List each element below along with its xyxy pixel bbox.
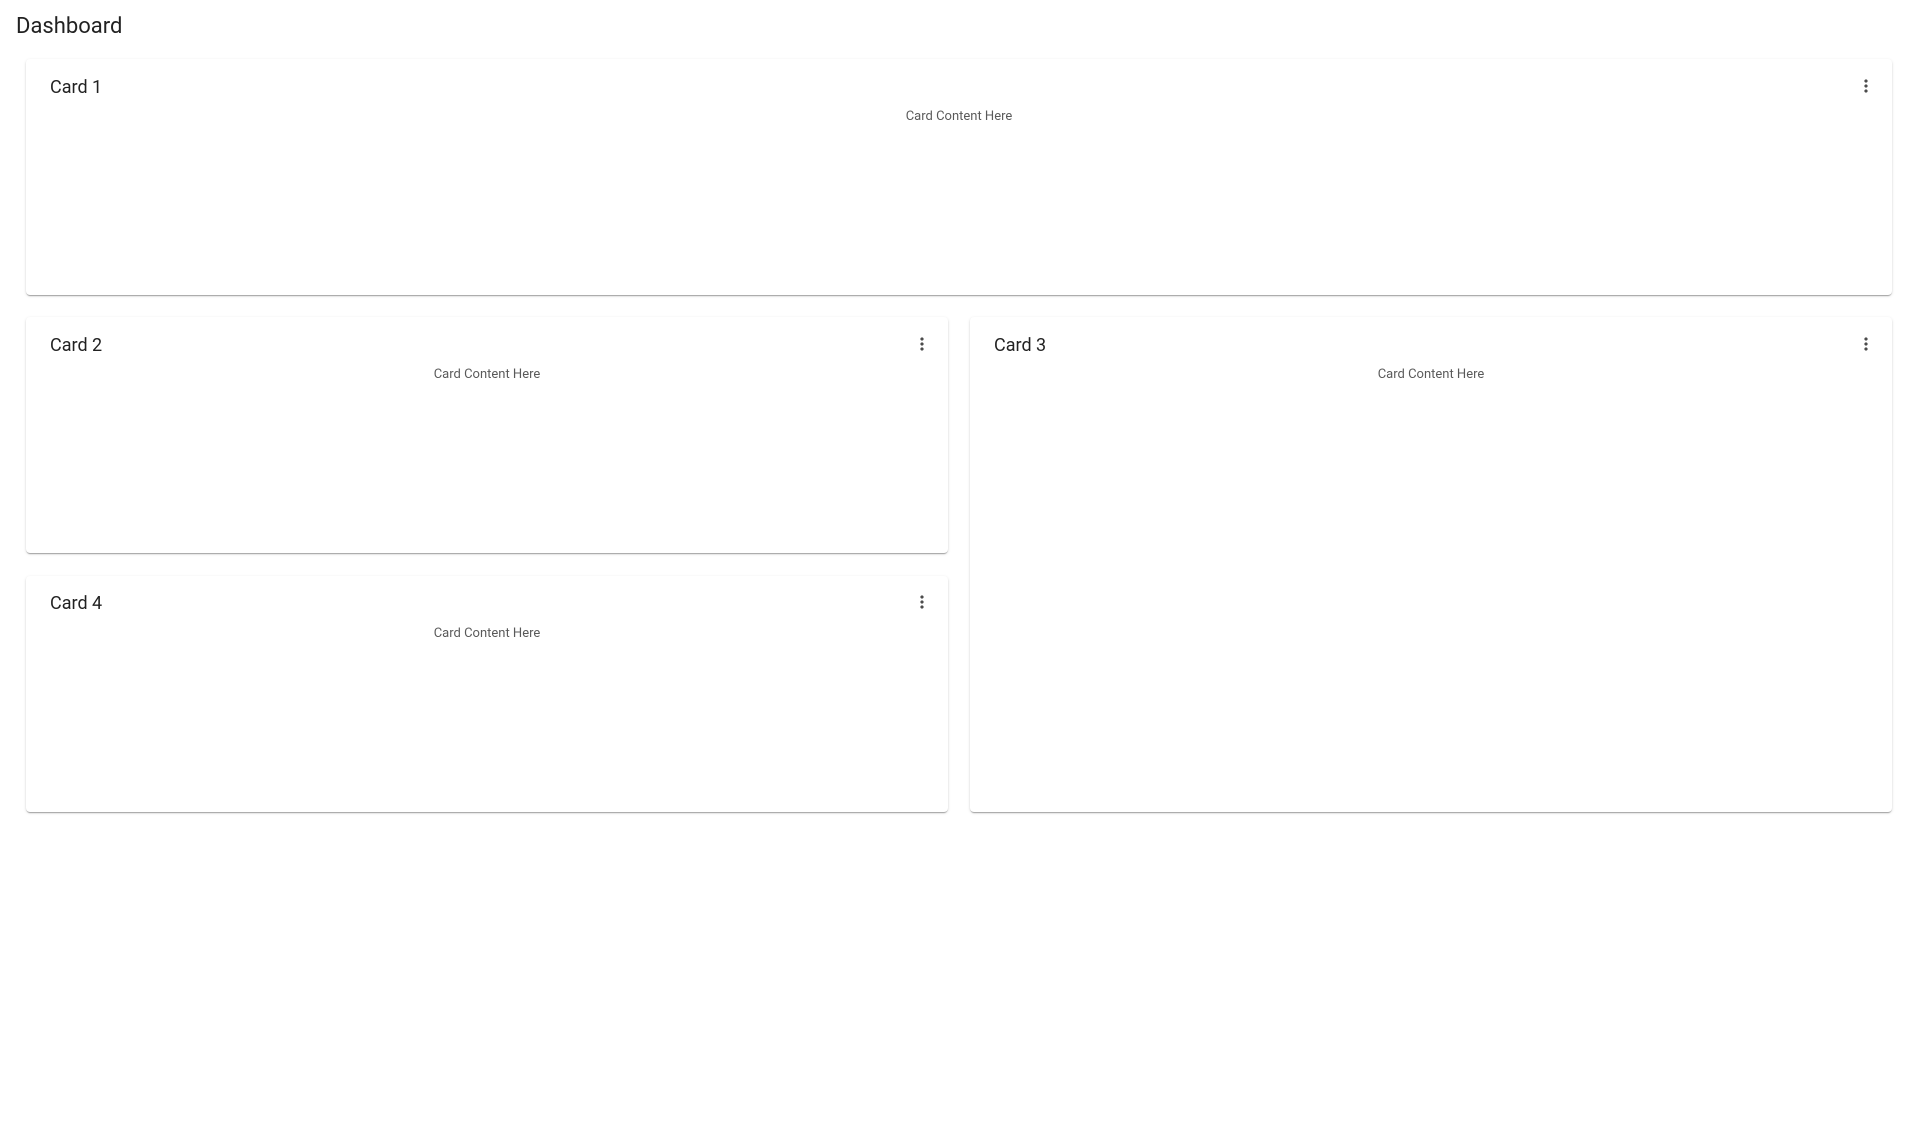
- card-content: Card Content Here: [26, 367, 948, 398]
- more-vert-icon: [1856, 334, 1876, 357]
- card-header: Card 4: [26, 576, 948, 626]
- card-menu-button[interactable]: [1846, 67, 1886, 107]
- card-menu-button[interactable]: [902, 584, 942, 624]
- card-4: Card 4 Card Content Here: [26, 576, 948, 812]
- card-content: Card Content Here: [970, 367, 1892, 398]
- card-header: Card 3: [970, 317, 1892, 367]
- card-title: Card 2: [50, 335, 902, 356]
- card-1: Card 1 Card Content Here: [26, 59, 1892, 295]
- card-title: Card 4: [50, 593, 902, 614]
- card-header: Card 1: [26, 59, 1892, 109]
- card-3: Card 3 Card Content Here: [970, 317, 1892, 812]
- more-vert-icon: [912, 334, 932, 357]
- dashboard-grid: Card 1 Card Content Here Card 2 Card Con…: [14, 59, 1904, 812]
- card-header: Card 2: [26, 317, 948, 367]
- page-title: Dashboard: [14, 14, 1904, 39]
- more-vert-icon: [912, 592, 932, 615]
- card-menu-button[interactable]: [1846, 325, 1886, 365]
- more-vert-icon: [1856, 76, 1876, 99]
- card-menu-button[interactable]: [902, 325, 942, 365]
- card-title: Card 3: [994, 335, 1846, 356]
- card-2: Card 2 Card Content Here: [26, 317, 948, 553]
- card-content: Card Content Here: [26, 109, 1892, 140]
- card-content: Card Content Here: [26, 626, 948, 657]
- card-title: Card 1: [50, 77, 1846, 98]
